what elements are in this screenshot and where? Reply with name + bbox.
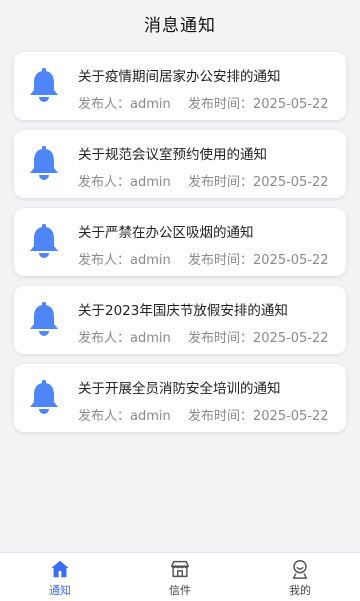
notice-title: 关于严禁在办公区吸烟的通知: [78, 225, 254, 241]
notice-time: 发布时间：2025-05-22: [188, 409, 329, 424]
notice-time: 发布时间：2025-05-22: [188, 331, 329, 346]
bell-icon: [30, 224, 58, 258]
store-icon: [171, 560, 189, 578]
notice-title: 关于疫情期间居家办公安排的通知: [78, 69, 281, 85]
notice-time: 发布时间：2025-05-22: [188, 97, 329, 112]
notice-publisher: 发布人：admin: [78, 331, 171, 346]
bell-icon: [30, 380, 58, 414]
notice-time: 发布时间：2025-05-22: [188, 253, 329, 268]
notice-time: 发布时间：2025-05-22: [188, 175, 329, 190]
notice-card[interactable]: 关于疫情期间居家办公安排的通知 发布人：admin 发布时间：2025-05-2…: [14, 52, 346, 120]
page-title: 消息通知: [144, 15, 216, 36]
header-bar: 消息通知: [0, 0, 360, 46]
bottom-tab-bar: 通知 信件 我的: [0, 552, 360, 601]
notice-list: 关于疫情期间居家办公安排的通知 发布人：admin 发布时间：2025-05-2…: [14, 52, 346, 442]
bell-icon: [30, 302, 58, 336]
tab-notifications[interactable]: 通知: [0, 553, 120, 601]
tab-label: 信件: [169, 584, 191, 597]
notice-title: 关于开展全员消防安全培训的通知: [78, 381, 281, 397]
tab-mail[interactable]: 信件: [120, 553, 240, 601]
tab-profile[interactable]: 我的: [240, 553, 360, 601]
notice-card[interactable]: 关于开展全员消防安全培训的通知 发布人：admin 发布时间：2025-05-2…: [14, 364, 346, 432]
notice-title: 关于2023年国庆节放假安排的通知: [78, 303, 288, 319]
notice-card[interactable]: 关于2023年国庆节放假安排的通知 发布人：admin 发布时间：2025-05…: [14, 286, 346, 354]
notice-publisher: 发布人：admin: [78, 409, 171, 424]
notice-card[interactable]: 关于严禁在办公区吸烟的通知 发布人：admin 发布时间：2025-05-22: [14, 208, 346, 276]
tab-label: 通知: [49, 584, 71, 597]
bell-icon: [30, 68, 58, 102]
bell-icon: [30, 146, 58, 180]
notice-card[interactable]: 关于规范会议室预约使用的通知 发布人：admin 发布时间：2025-05-22: [14, 130, 346, 198]
notice-title: 关于规范会议室预约使用的通知: [78, 147, 267, 163]
notice-publisher: 发布人：admin: [78, 97, 171, 112]
notice-publisher: 发布人：admin: [78, 175, 171, 190]
tab-label: 我的: [289, 584, 311, 597]
user-icon: [292, 560, 308, 579]
home-icon: [51, 560, 69, 578]
notice-publisher: 发布人：admin: [78, 253, 171, 268]
